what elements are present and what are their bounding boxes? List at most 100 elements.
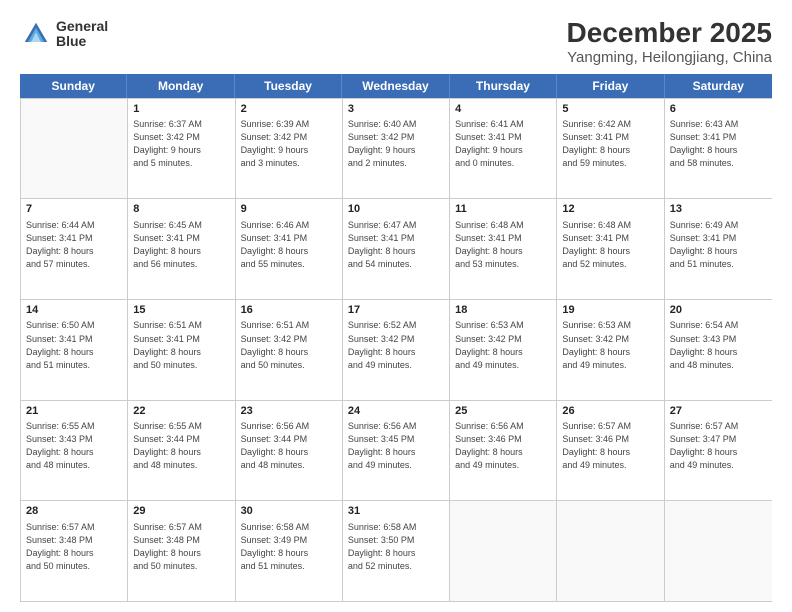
calendar-cell: 18Sunrise: 6:53 AMSunset: 3:42 PMDayligh… — [450, 300, 557, 400]
calendar-cell: 2Sunrise: 6:39 AMSunset: 3:42 PMDaylight… — [236, 99, 343, 199]
calendar-cell: 9 Sunrise: 6:46 AMSunset: 3:41 PMDaylight… — [236, 199, 343, 299]
day-info: Sunrise: 6:57 AMSunset: 3:46 PMDaylight:… — [562, 420, 658, 472]
calendar-title: December 2025 — [567, 18, 772, 49]
day-info: Sunrise: 6:54 AMSunset: 3:43 PMDaylight:… — [670, 319, 767, 371]
calendar-cell: 3Sunrise: 6:40 AMSunset: 3:42 PMDaylight… — [343, 99, 450, 199]
calendar-cell: 6Sunrise: 6:43 AMSunset: 3:41 PMDaylight… — [665, 99, 772, 199]
day-number: 26 — [562, 404, 658, 419]
day-number: 31 — [348, 504, 444, 519]
calendar-cell: 15Sunrise: 6:51 AMSunset: 3:41 PMDayligh… — [128, 300, 235, 400]
day-number: 28 — [26, 504, 122, 519]
calendar-row-4: 21Sunrise: 6:55 AMSunset: 3:43 PMDayligh… — [21, 400, 772, 501]
calendar-cell: 19Sunrise: 6:53 AMSunset: 3:42 PMDayligh… — [557, 300, 664, 400]
calendar-cell: 13Sunrise: 6:49 AMSunset: 3:41 PMDayligh… — [665, 199, 772, 299]
calendar-row-2: 7 Sunrise: 6:44 AMSunset: 3:41 PMDaylight… — [21, 198, 772, 299]
header-cell-wednesday: Wednesday — [342, 74, 449, 98]
calendar-cell — [450, 501, 557, 601]
day-number: 4 — [455, 102, 551, 117]
page: General Blue December 2025 Yangming, Hei… — [0, 0, 792, 612]
day-info: Sunrise: 6:51 AMSunset: 3:42 PMDaylight:… — [241, 319, 337, 371]
calendar-cell: 28 Sunrise: 6:57 AMSunset: 3:48 PMDayligh… — [21, 501, 128, 601]
calendar-cell: 14Sunrise: 6:50 AMSunset: 3:41 PMDayligh… — [21, 300, 128, 400]
day-number: 7 — [26, 202, 122, 217]
calendar: SundayMondayTuesdayWednesdayThursdayFrid… — [20, 74, 772, 602]
header: General Blue December 2025 Yangming, Hei… — [20, 18, 772, 66]
day-info: Sunrise: 6:57 AMSunset: 3:48 PMDaylight:… — [26, 521, 122, 573]
day-info: Sunrise: 6:40 AMSunset: 3:42 PMDaylight:… — [348, 118, 444, 170]
calendar-subtitle: Yangming, Heilongjiang, China — [567, 49, 772, 66]
day-info: Sunrise: 6:41 AMSunset: 3:41 PMDaylight:… — [455, 118, 551, 170]
day-number: 16 — [241, 303, 337, 318]
day-info: Sunrise: 6:55 AMSunset: 3:43 PMDaylight:… — [26, 420, 122, 472]
day-info: Sunrise: 6:58 AMSunset: 3:50 PMDaylight:… — [348, 521, 444, 573]
header-cell-thursday: Thursday — [450, 74, 557, 98]
calendar-row-3: 14Sunrise: 6:50 AMSunset: 3:41 PMDayligh… — [21, 299, 772, 400]
calendar-cell: 29 Sunrise: 6:57 AMSunset: 3:48 PMDayligh… — [128, 501, 235, 601]
day-number: 23 — [241, 404, 337, 419]
day-number: 29 — [133, 504, 229, 519]
day-info: Sunrise: 6:44 AMSunset: 3:41 PMDaylight:… — [26, 219, 122, 271]
day-info: Sunrise: 6:46 AMSunset: 3:41 PMDaylight:… — [241, 219, 337, 271]
day-info: Sunrise: 6:51 AMSunset: 3:41 PMDaylight:… — [133, 319, 229, 371]
day-number: 11 — [455, 202, 551, 217]
calendar-cell: 22Sunrise: 6:55 AMSunset: 3:44 PMDayligh… — [128, 401, 235, 501]
calendar-cell: 4Sunrise: 6:41 AMSunset: 3:41 PMDaylight… — [450, 99, 557, 199]
day-info: Sunrise: 6:56 AMSunset: 3:46 PMDaylight:… — [455, 420, 551, 472]
header-cell-friday: Friday — [557, 74, 664, 98]
calendar-header-row: SundayMondayTuesdayWednesdayThursdayFrid… — [20, 74, 772, 98]
day-number: 10 — [348, 202, 444, 217]
day-number: 25 — [455, 404, 551, 419]
logo-text: General Blue — [56, 19, 108, 50]
logo-icon — [20, 18, 52, 50]
calendar-row-1: 1Sunrise: 6:37 AMSunset: 3:42 PMDaylight… — [21, 98, 772, 199]
day-info: Sunrise: 6:49 AMSunset: 3:41 PMDaylight:… — [670, 219, 767, 271]
calendar-cell: 26Sunrise: 6:57 AMSunset: 3:46 PMDayligh… — [557, 401, 664, 501]
logo: General Blue — [20, 18, 108, 50]
header-cell-sunday: Sunday — [20, 74, 127, 98]
day-info: Sunrise: 6:48 AMSunset: 3:41 PMDaylight:… — [455, 219, 551, 271]
calendar-cell — [557, 501, 664, 601]
day-number: 21 — [26, 404, 122, 419]
day-number: 1 — [133, 102, 229, 117]
day-info: Sunrise: 6:48 AMSunset: 3:41 PMDaylight:… — [562, 219, 658, 271]
day-info: Sunrise: 6:45 AMSunset: 3:41 PMDaylight:… — [133, 219, 229, 271]
day-number: 27 — [670, 404, 767, 419]
calendar-cell: 25Sunrise: 6:56 AMSunset: 3:46 PMDayligh… — [450, 401, 557, 501]
day-info: Sunrise: 6:37 AMSunset: 3:42 PMDaylight:… — [133, 118, 229, 170]
day-info: Sunrise: 6:56 AMSunset: 3:44 PMDaylight:… — [241, 420, 337, 472]
day-info: Sunrise: 6:39 AMSunset: 3:42 PMDaylight:… — [241, 118, 337, 170]
calendar-cell: 17Sunrise: 6:52 AMSunset: 3:42 PMDayligh… — [343, 300, 450, 400]
calendar-cell: 10 Sunrise: 6:47 AMSunset: 3:41 PMDayligh… — [343, 199, 450, 299]
calendar-cell: 24Sunrise: 6:56 AMSunset: 3:45 PMDayligh… — [343, 401, 450, 501]
calendar-cell: 16Sunrise: 6:51 AMSunset: 3:42 PMDayligh… — [236, 300, 343, 400]
day-number: 5 — [562, 102, 658, 117]
day-info: Sunrise: 6:57 AMSunset: 3:48 PMDaylight:… — [133, 521, 229, 573]
day-number: 8 — [133, 202, 229, 217]
day-info: Sunrise: 6:47 AMSunset: 3:41 PMDaylight:… — [348, 219, 444, 271]
calendar-cell — [665, 501, 772, 601]
calendar-cell — [21, 99, 128, 199]
day-number: 14 — [26, 303, 122, 318]
day-info: Sunrise: 6:43 AMSunset: 3:41 PMDaylight:… — [670, 118, 767, 170]
calendar-cell: 7 Sunrise: 6:44 AMSunset: 3:41 PMDaylight… — [21, 199, 128, 299]
header-cell-saturday: Saturday — [665, 74, 772, 98]
calendar-cell: 27Sunrise: 6:57 AMSunset: 3:47 PMDayligh… — [665, 401, 772, 501]
day-number: 30 — [241, 504, 337, 519]
day-info: Sunrise: 6:50 AMSunset: 3:41 PMDaylight:… — [26, 319, 122, 371]
calendar-cell: 31 Sunrise: 6:58 AMSunset: 3:50 PMDayligh… — [343, 501, 450, 601]
day-number: 17 — [348, 303, 444, 318]
day-number: 22 — [133, 404, 229, 419]
day-info: Sunrise: 6:58 AMSunset: 3:49 PMDaylight:… — [241, 521, 337, 573]
calendar-body: 1Sunrise: 6:37 AMSunset: 3:42 PMDaylight… — [20, 98, 772, 602]
calendar-cell: 12 Sunrise: 6:48 AMSunset: 3:41 PMDayligh… — [557, 199, 664, 299]
calendar-cell: 8 Sunrise: 6:45 AMSunset: 3:41 PMDaylight… — [128, 199, 235, 299]
day-number: 9 — [241, 202, 337, 217]
calendar-cell: 30 Sunrise: 6:58 AMSunset: 3:49 PMDayligh… — [236, 501, 343, 601]
calendar-cell: 11 Sunrise: 6:48 AMSunset: 3:41 PMDayligh… — [450, 199, 557, 299]
day-info: Sunrise: 6:42 AMSunset: 3:41 PMDaylight:… — [562, 118, 658, 170]
day-info: Sunrise: 6:53 AMSunset: 3:42 PMDaylight:… — [562, 319, 658, 371]
day-number: 12 — [562, 202, 658, 217]
day-info: Sunrise: 6:53 AMSunset: 3:42 PMDaylight:… — [455, 319, 551, 371]
calendar-cell: 5Sunrise: 6:42 AMSunset: 3:41 PMDaylight… — [557, 99, 664, 199]
day-info: Sunrise: 6:52 AMSunset: 3:42 PMDaylight:… — [348, 319, 444, 371]
